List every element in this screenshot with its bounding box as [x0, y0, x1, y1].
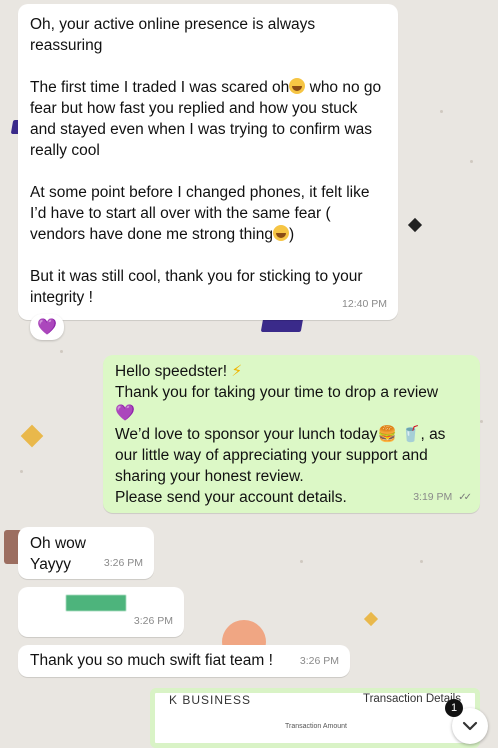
message-text: Oh wow [30, 535, 86, 552]
message-timestamp: 3:26 PM [133, 615, 173, 627]
drink-emoji-icon: 🥤 [401, 426, 421, 443]
message-text: Thank you for taking your time to drop a… [115, 384, 439, 401]
lightning-icon: ⚡ [231, 363, 243, 380]
read-ticks-icon: ✓✓ [458, 492, 472, 503]
message-timestamp: 12:40 PM [342, 298, 387, 310]
incoming-message-bubble[interactable]: Oh, your active online presence is alway… [18, 4, 398, 320]
message-timestamp: 3:19 PM ✓✓ [413, 491, 472, 503]
message-text: The first time I traded I was scared oh … [30, 78, 382, 159]
receipt-amount-label: Transaction Amount [285, 723, 347, 730]
receipt-brand: K BUSINESS [169, 693, 252, 707]
wallpaper-doodle [260, 318, 304, 332]
message-timestamp: 3:26 PM [103, 557, 143, 569]
message-reaction[interactable]: 💜 [30, 314, 64, 340]
message-text: Thank you so much swift fiat team ! [30, 652, 273, 669]
chevron-down-icon [462, 721, 478, 731]
wallpaper-star [407, 217, 423, 233]
outgoing-message-bubble[interactable]: Hello speedster! ⚡ Thank you for taking … [103, 355, 480, 513]
message-text: At some point before I changed phones, i… [30, 184, 370, 243]
purple-heart-icon: 💜 [115, 405, 135, 422]
laughing-emoji-icon [273, 225, 289, 241]
message-text: But it was still cool, thank you for sti… [30, 268, 363, 306]
message-text: We’d love to sponsor your lunch today🍔 🥤… [115, 426, 446, 485]
message-timestamp: 3:26 PM [299, 655, 339, 667]
message-text: Oh, your active online presence is alway… [30, 16, 316, 54]
incoming-message-bubble[interactable]: Oh wow Yayyy 3:26 PM [18, 527, 154, 579]
laughing-emoji-icon [289, 78, 306, 94]
purple-heart-icon: 💜 [37, 319, 57, 336]
message-text: Hello speedster! ⚡ [115, 363, 243, 380]
redacted-content [66, 595, 126, 611]
wallpaper-star [363, 611, 379, 627]
wallpaper-star [20, 424, 44, 448]
burger-emoji-icon: 🍔 [377, 426, 397, 443]
incoming-message-bubble[interactable]: 3:26 PM [18, 587, 184, 637]
unread-count-badge: 1 [445, 699, 463, 717]
incoming-message-bubble[interactable]: Thank you so much swift fiat team ! 3:26… [18, 645, 350, 677]
transaction-receipt-attachment[interactable]: K BUSINESS Transaction Details Transacti… [150, 688, 480, 748]
